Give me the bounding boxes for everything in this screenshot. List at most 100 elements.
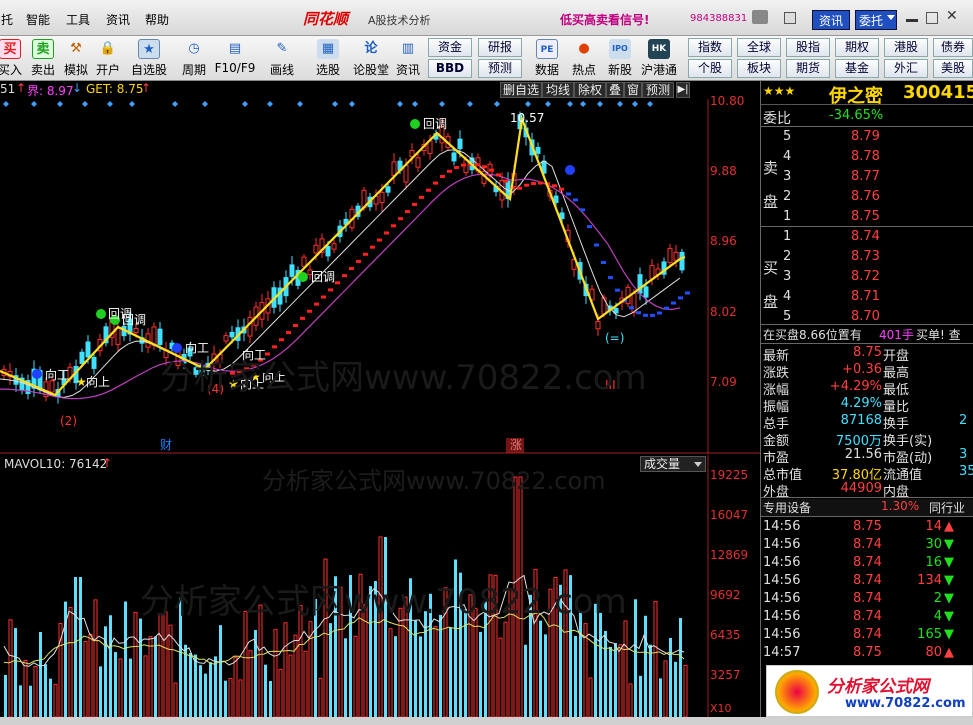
ladder-dash [398, 217, 403, 221]
sector-button[interactable]: 板块 [737, 59, 781, 78]
document-icon: ▤ [228, 41, 242, 56]
expand-icon[interactable]: ▶| [676, 82, 690, 98]
quote-row: 市盈 21.56 市盈(动) 3 [761, 447, 973, 466]
buy-order-row[interactable]: 4 8.71 [761, 289, 973, 307]
tick-volume: 14 [925, 519, 942, 534]
f10-button[interactable]: ▤ F10/F9 [213, 37, 257, 80]
stock-index-button[interactable]: 股指 [786, 38, 830, 57]
us-stock-button[interactable]: 美股 [933, 59, 973, 78]
volume-bar [39, 632, 42, 717]
tab-forecast[interactable]: 预测 [642, 82, 674, 98]
brand-watermark: 分析家公式网 www.70822.com [766, 665, 973, 717]
maximize-icon[interactable] [926, 12, 938, 24]
sell-order-row[interactable]: 3 8.77 [761, 169, 973, 187]
candlestick-chart[interactable]: 回调回调回调回调向工向工 向工★ 向上 ★ 向上★ 向上(2)(4)(=)III 分析家公… [0, 99, 760, 454]
hk-stock-button[interactable]: 港股 [884, 38, 928, 57]
ladder-dash [293, 324, 298, 327]
volume-bar [384, 537, 387, 717]
simulate-button[interactable]: ⚒ 模拟 [60, 37, 92, 80]
volume-chart[interactable]: 分析家公式网www.70822.com 分析家公式网www.70822.com [0, 455, 760, 717]
ladder-dash [384, 231, 389, 235]
draw-line-button[interactable]: ✎ 画线 [264, 37, 300, 80]
forum-button[interactable]: 论论股堂 [351, 37, 391, 80]
tick-volume: 165 [917, 627, 942, 642]
menu-item-tools[interactable]: 工具 [66, 11, 90, 28]
level-num: 1 [783, 229, 792, 244]
skin-icon[interactable] [752, 10, 768, 24]
period-button[interactable]: ◷ 周期 [173, 37, 215, 80]
bond-button[interactable]: 债券 [933, 38, 973, 57]
volume-bar [303, 650, 308, 717]
ladder-dash [363, 252, 368, 256]
menu-item-smart[interactable]: 智能 [26, 11, 50, 28]
buy-button[interactable]: 买买入 [0, 37, 26, 80]
options-button[interactable]: 期权 [835, 38, 879, 57]
volume-bar [29, 685, 32, 717]
window-list-icon[interactable] [784, 12, 796, 24]
hk-connect-button[interactable]: HK 沪港通 [638, 37, 680, 80]
tab-overlay[interactable]: 叠 [606, 82, 624, 98]
app-window: 托 智能 工具 资讯 帮助 同花顺 A股技术分析 低买高卖看信号! 984388… [0, 0, 973, 725]
open-account-button[interactable]: 🔒 开户 [92, 37, 124, 80]
forex-button[interactable]: 外汇 [884, 59, 928, 78]
news-button[interactable]: 资讯 [812, 10, 850, 30]
tick-time: 14:56 [763, 537, 801, 552]
buy-order-row[interactable]: 3 8.72 [761, 269, 973, 287]
candle-body [403, 164, 409, 183]
tab-window[interactable]: 窗 [624, 82, 642, 98]
ladder-dash [335, 281, 340, 285]
global-button[interactable]: 全球 [737, 38, 781, 57]
hotspot-button[interactable]: ● 热点 [568, 37, 600, 80]
sell-order-row[interactable]: 2 8.76 [761, 189, 973, 207]
volume-bar [604, 630, 607, 717]
fund-market-button[interactable]: 基金 [835, 59, 879, 78]
tab-remove-watch[interactable]: 删自选 [500, 82, 542, 98]
candle-body [289, 264, 295, 277]
menu-item-trade[interactable]: 托 [1, 11, 13, 28]
candle-body [85, 341, 91, 358]
ladder-dash [447, 169, 452, 173]
forecast-button[interactable]: 预测 [478, 59, 522, 78]
research-button[interactable]: 研报 [478, 38, 522, 57]
ladder-dash [349, 267, 354, 271]
fund-button[interactable]: 资金 [428, 38, 472, 57]
volume-bar [4, 674, 7, 717]
single-stock-button[interactable]: 个股 [688, 59, 732, 78]
stock-screen-button[interactable]: ▦ 选股 [308, 37, 348, 80]
stock-header: ★★★ 伊之密 300415 [761, 81, 973, 107]
sell-order-row[interactable]: 4 8.78 [761, 149, 973, 167]
quote-value: 8.75 [853, 345, 882, 360]
menu-item-help[interactable]: 帮助 [145, 11, 169, 28]
signal-dot [32, 369, 42, 379]
sell-button[interactable]: 卖卖出 [27, 37, 59, 80]
sector-name: 专用设备 [763, 501, 812, 515]
volume-bar [114, 652, 117, 717]
close-icon[interactable]: ✕ [946, 9, 958, 23]
info-button[interactable]: ▥ 资讯 [392, 37, 424, 80]
menu-item-news[interactable]: 资讯 [106, 11, 130, 28]
sector-row[interactable]: 专用设备 1.30% 同行业 [761, 499, 973, 516]
data-button[interactable]: PE 数据 [531, 37, 563, 80]
tab-ma[interactable]: 均线 [542, 82, 574, 98]
position-alert[interactable]: 在买盘8.66位置有 401手 买单! 查 [761, 326, 973, 344]
order-button[interactable]: 委托 [855, 10, 897, 30]
sector-pct: 1.30% [881, 499, 920, 513]
tab-exright[interactable]: 除权 [574, 82, 606, 98]
sell-order-row[interactable]: 5 8.79 [761, 129, 973, 147]
sell-order-row[interactable]: 1 8.75 [761, 209, 973, 227]
app-logo: 同花顺 [303, 10, 349, 28]
new-stock-button[interactable]: IPO 新股 [604, 37, 636, 80]
promo-text[interactable]: 低买高卖看信号! [560, 11, 649, 28]
minimize-icon[interactable] [906, 12, 918, 22]
bbd-button[interactable]: BBD [428, 59, 472, 78]
watchlist-button[interactable]: ★ 自选股 [128, 37, 170, 80]
futures-button[interactable]: 期货 [786, 59, 830, 78]
quote-value: 21.56 [844, 447, 882, 462]
ladder-dash [650, 313, 655, 317]
index-button[interactable]: 指数 [688, 38, 732, 57]
buy-order-row[interactable]: 2 8.73 [761, 249, 973, 267]
quote-value: 35 [959, 464, 973, 479]
arrow-down-icon: ▼ [944, 609, 954, 624]
buy-order-row[interactable]: 1 8.74 [761, 229, 973, 247]
brand-logo-icon [775, 670, 819, 714]
